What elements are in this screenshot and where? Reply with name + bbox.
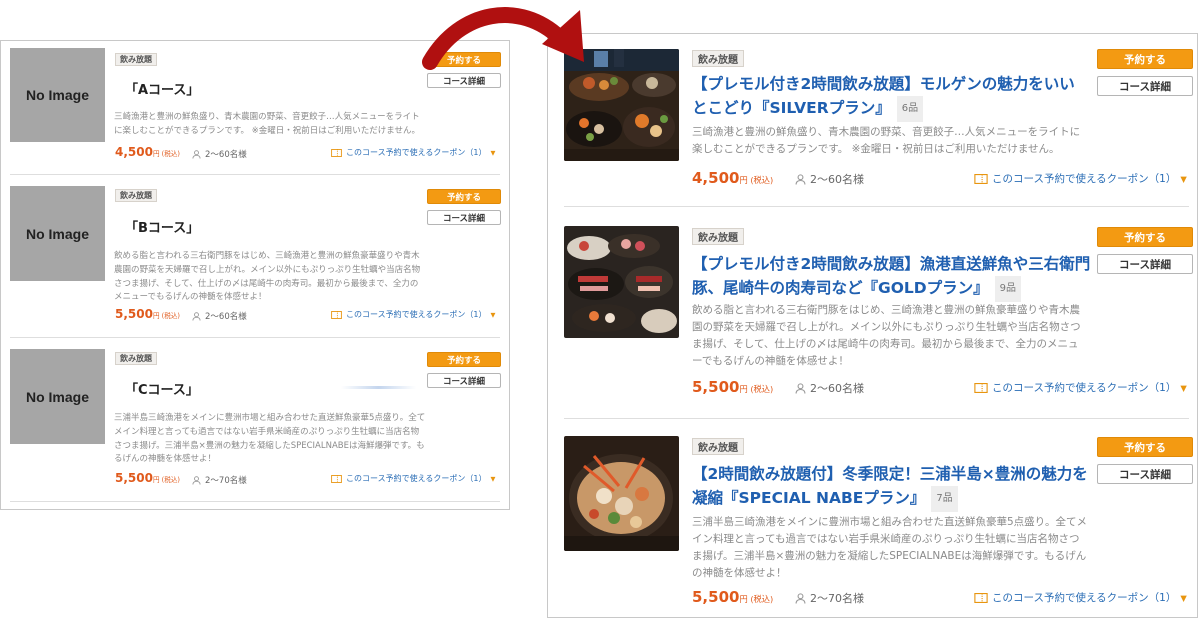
- all-you-can-drink-tag: 飲み放題: [115, 189, 157, 202]
- course-price: 4,500円 (税込): [692, 169, 774, 187]
- coupon-icon: [331, 310, 342, 319]
- price-suffix: 円 (税込): [739, 175, 774, 185]
- course-description: 三崎漁港と豊洲の鮮魚盛り、青木農園の野菜、音更餃子…人気メニューをライトに楽しむ…: [692, 126, 1081, 155]
- divider: [564, 418, 1189, 419]
- course-price: 5,500円 (税込): [692, 378, 774, 396]
- dish-count-badge: 7品: [931, 486, 958, 512]
- course-title[interactable]: 「Cコース」: [125, 379, 199, 398]
- person-icon: [795, 382, 806, 394]
- course-price: 5,500円 (税込): [115, 471, 180, 485]
- price-suffix: 円 (税込): [739, 594, 774, 604]
- all-you-can-drink-tag: 飲み放題: [692, 50, 744, 67]
- hidden-title-artifact: [341, 386, 416, 389]
- no-image-placeholder: No Image: [10, 48, 105, 142]
- course-detail-button[interactable]: コース詳細: [1097, 76, 1193, 96]
- party-size: 2～70名様: [192, 474, 247, 486]
- person-icon: [192, 475, 201, 485]
- course-card: 飲み放題 【2時間飲み放題付】冬季限定！三浦半島×豊洲の魅力を凝縮『SPECIA…: [548, 424, 1197, 617]
- all-you-can-drink-tag: 飲み放題: [115, 352, 157, 365]
- reserve-button[interactable]: 予約する: [1097, 49, 1193, 69]
- coupon-icon: [974, 592, 988, 603]
- price-suffix: 円 (税込): [152, 312, 180, 320]
- course-title[interactable]: 【2時間飲み放題付】冬季限定！三浦半島×豊洲の魅力を凝縮『SPECIAL NAB…: [692, 462, 1092, 512]
- curved-arrow-icon: [422, 7, 584, 70]
- coupon-icon: [974, 382, 988, 393]
- person-icon: [795, 173, 806, 185]
- reserve-button[interactable]: 予約する: [427, 189, 501, 204]
- course-title[interactable]: 【プレモル付き2時間飲み放題】モルゲンの魅力をいいとこどり『SILVERプラン』…: [692, 72, 1082, 122]
- no-image-label: No Image: [25, 388, 89, 405]
- chevron-down-icon: ▼: [490, 474, 496, 483]
- no-image-placeholder: No Image: [10, 349, 105, 444]
- course-card: No Image 飲み放題 「Bコース」 飲める脂と言われる三右衛門豚をはじめ、…: [1, 181, 509, 331]
- coupon-link[interactable]: このコース予約で使えるクーポン（1） ▼: [974, 380, 1187, 395]
- no-image-placeholder: No Image: [10, 186, 105, 281]
- chevron-down-icon: ▼: [1180, 382, 1187, 393]
- person-icon: [192, 311, 201, 321]
- coupon-link[interactable]: このコース予約で使えるクーポン（1） ▼: [331, 473, 495, 484]
- party-size: 2～60名様: [192, 148, 247, 160]
- no-image-label: No Image: [25, 87, 89, 103]
- no-image-label: No Image: [25, 225, 89, 242]
- coupon-icon: [331, 474, 342, 483]
- dish-count-badge: 6品: [896, 96, 924, 122]
- party-size: 2～60名様: [795, 380, 864, 396]
- all-you-can-drink-tag: 飲み放題: [692, 228, 744, 245]
- course-card: 飲み放題 【プレモル付き2時間飲み放題】モルゲンの魅力をいいとこどり『SILVE…: [548, 34, 1197, 204]
- course-detail-button[interactable]: コース詳細: [1097, 254, 1193, 274]
- course-description: 三崎漁港と豊洲の鮮魚盛り、青木農園の野菜、音更餃子…人気メニューをライトに楽しむ…: [114, 112, 421, 136]
- divider: [10, 174, 500, 175]
- party-size: 2～60名様: [192, 310, 247, 322]
- coupon-icon: [974, 173, 988, 184]
- food-photo-special-nabe: [564, 436, 679, 551]
- price-suffix: 円 (税込): [152, 476, 180, 484]
- course-description: 飲める脂と言われる三右衛門豚をはじめ、三崎漁港と豊洲の鮮魚豪華盛りや青木農園の野…: [114, 251, 421, 303]
- price-suffix: 円 (税込): [152, 150, 180, 158]
- reserve-button[interactable]: 予約する: [427, 352, 501, 367]
- course-description: 三浦半島三崎漁港をメインに豊洲市場と組み合わせた直送鮮魚豪華5点盛り。全てメイン…: [692, 516, 1087, 579]
- coupon-link[interactable]: このコース予約で使えるクーポン（1） ▼: [974, 590, 1187, 605]
- all-you-can-drink-tag: 飲み放題: [692, 438, 744, 455]
- price-suffix: 円 (税込): [739, 384, 774, 394]
- coupon-link[interactable]: このコース予約で使えるクーポン（1） ▼: [331, 309, 495, 320]
- course-detail-button[interactable]: コース詳細: [427, 373, 501, 388]
- reserve-button[interactable]: 予約する: [1097, 227, 1193, 247]
- course-price: 4,500円 (税込): [115, 145, 180, 159]
- course-title[interactable]: 「Bコース」: [125, 217, 199, 236]
- course-card: 飲み放題 【プレモル付き2時間飲み放題】漁港直送鮮魚や三右衛門豚、尾崎牛の肉寿司…: [548, 214, 1197, 414]
- coupon-link[interactable]: このコース予約で使えるクーポン（1） ▼: [331, 147, 495, 158]
- person-icon: [795, 592, 806, 604]
- chevron-down-icon: ▼: [1180, 173, 1187, 184]
- divider: [10, 501, 500, 502]
- course-list-before: No Image 飲み放題 「Aコース」 三崎漁港と豊洲の鮮魚盛り、青木農園の野…: [0, 40, 510, 510]
- course-description: 飲める脂と言われる三右衛門豚をはじめ、三崎漁港と豊洲の鮮魚豪華盛りや青木農園の野…: [692, 304, 1081, 367]
- course-detail-button[interactable]: コース詳細: [1097, 464, 1193, 484]
- coupon-link[interactable]: このコース予約で使えるクーポン（1） ▼: [974, 171, 1187, 186]
- reserve-button[interactable]: 予約する: [1097, 437, 1193, 457]
- food-photo-gold: [564, 226, 679, 338]
- divider: [10, 337, 500, 338]
- course-title[interactable]: 「Aコース」: [125, 79, 199, 98]
- coupon-icon: [331, 148, 342, 157]
- course-title[interactable]: 【プレモル付き2時間飲み放題】漁港直送鮮魚や三右衛門豚、尾崎牛の肉寿司など『GO…: [692, 252, 1092, 302]
- course-card: No Image 飲み放題 「Cコース」 三浦半島三崎漁港をメインに豊洲市場と組…: [1, 343, 509, 503]
- course-price: 5,500円 (税込): [115, 307, 180, 321]
- course-description: 三浦半島三崎漁港をメインに豊洲市場と組み合わせた直送鮮魚豪華5点盛り。全てメイン…: [114, 413, 426, 465]
- person-icon: [192, 149, 201, 159]
- course-detail-button[interactable]: コース詳細: [427, 210, 501, 225]
- course-price: 5,500円 (税込): [692, 588, 774, 606]
- chevron-down-icon: ▼: [490, 148, 496, 157]
- party-size: 2～70名様: [795, 590, 864, 606]
- all-you-can-drink-tag: 飲み放題: [115, 53, 157, 66]
- divider: [564, 206, 1189, 207]
- chevron-down-icon: ▼: [490, 310, 496, 319]
- course-list-after: 飲み放題 【プレモル付き2時間飲み放題】モルゲンの魅力をいいとこどり『SILVE…: [547, 33, 1198, 618]
- dish-count-badge: 9品: [994, 276, 1022, 302]
- party-size: 2～60名様: [795, 171, 864, 187]
- chevron-down-icon: ▼: [1180, 592, 1187, 603]
